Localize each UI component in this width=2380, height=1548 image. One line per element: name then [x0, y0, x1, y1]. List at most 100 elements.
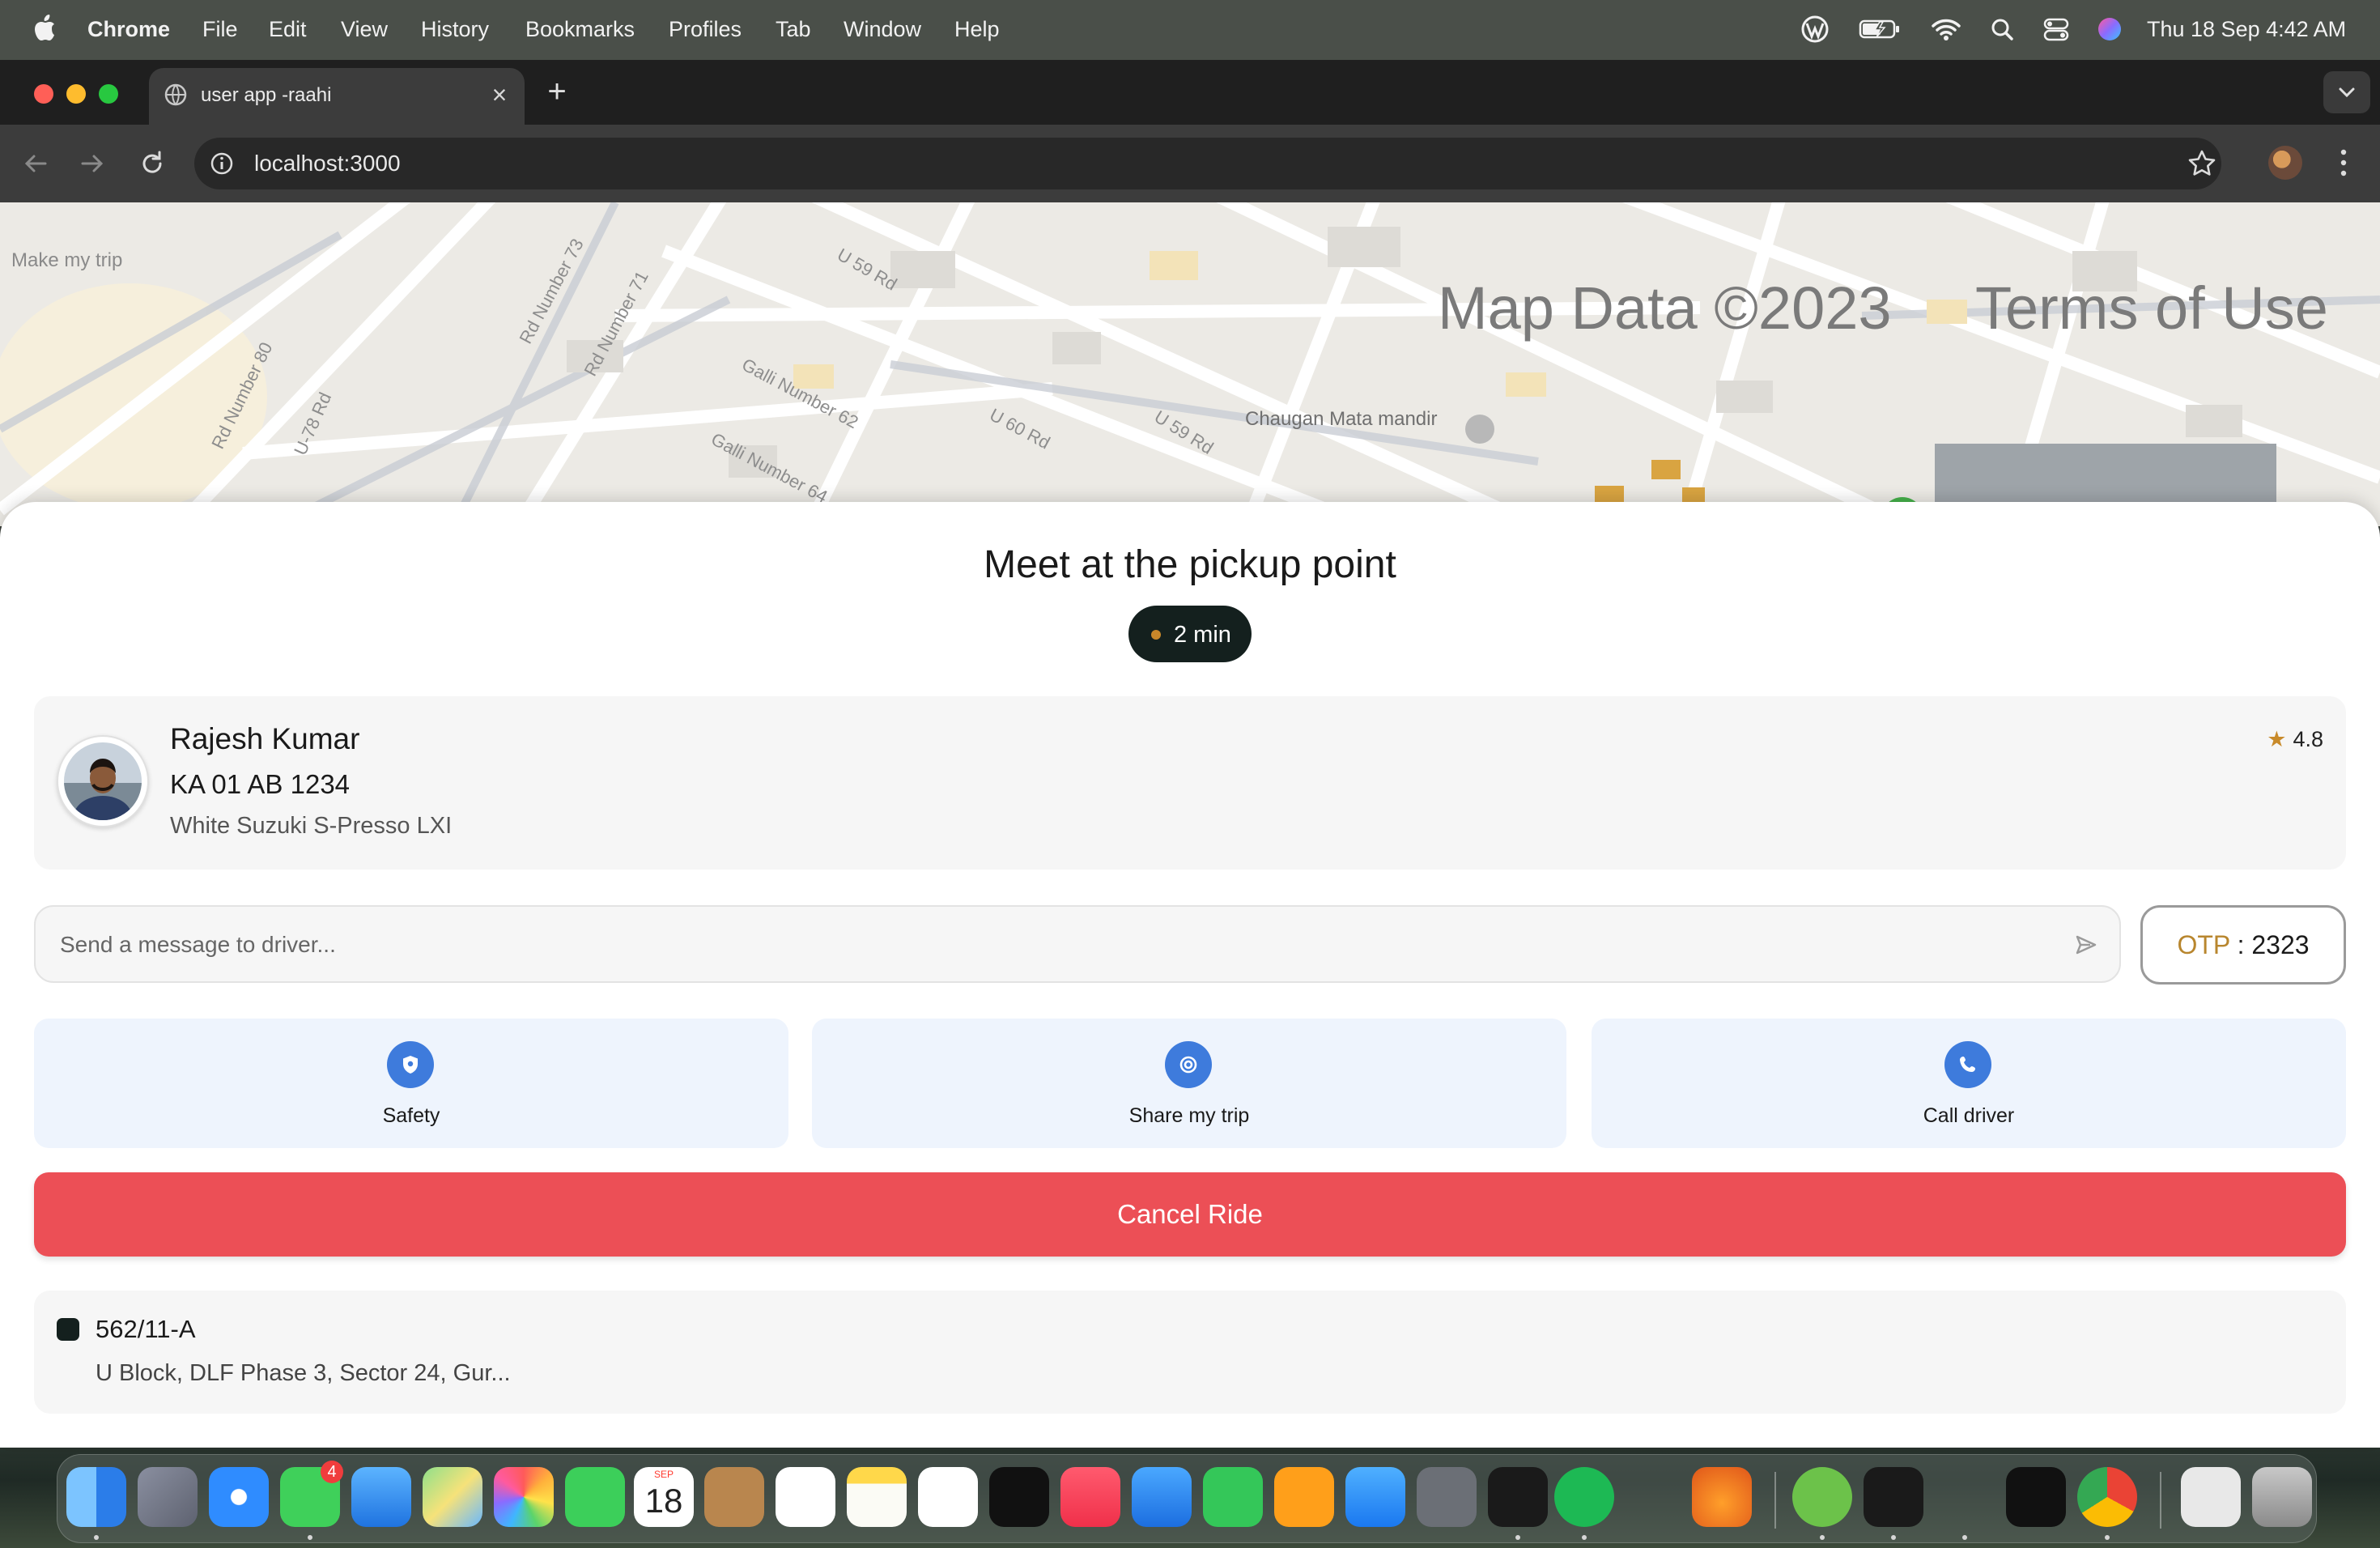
- hexfiend-icon[interactable]: [1488, 1467, 1548, 1527]
- menu-profiles[interactable]: Profiles: [669, 17, 742, 42]
- call-driver-button[interactable]: Call driver: [1592, 1019, 2346, 1148]
- site-info-icon[interactable]: [207, 149, 236, 178]
- menu-tab[interactable]: Tab: [776, 17, 811, 42]
- browser-tab[interactable]: user app -raahi ×: [149, 68, 525, 125]
- close-tab-icon[interactable]: ×: [486, 79, 513, 110]
- wifi-icon[interactable]: [1930, 15, 1962, 44]
- forward-arrow-icon[interactable]: [74, 146, 110, 181]
- safety-label: Safety: [382, 1104, 440, 1127]
- map-poi-label[interactable]: Chaugan Mata mandir: [1245, 408, 1437, 431]
- keynote-icon[interactable]: [1132, 1467, 1192, 1527]
- launchpad-icon[interactable]: [138, 1467, 198, 1527]
- fl-studio-icon[interactable]: [1692, 1467, 1752, 1527]
- back-arrow-icon[interactable]: [18, 146, 53, 181]
- zoom-window-button[interactable]: [99, 84, 118, 104]
- menu-history[interactable]: History: [421, 17, 489, 42]
- instruments-icon[interactable]: [1622, 1467, 1682, 1527]
- contacts-icon[interactable]: [704, 1467, 764, 1527]
- map-streets: [0, 202, 2380, 526]
- battery-icon[interactable]: [1859, 15, 1901, 44]
- facetime-icon[interactable]: [565, 1467, 625, 1527]
- app-store-icon[interactable]: [1345, 1467, 1405, 1527]
- minimize-window-button[interactable]: [66, 84, 86, 104]
- map-terms-link[interactable]: Terms of Use: [1975, 274, 2328, 342]
- more-options-icon[interactable]: [2331, 144, 2356, 181]
- new-tab-icon[interactable]: +: [541, 75, 573, 108]
- map-view[interactable]: Make my trip Map Data ©2023 Terms of Use…: [0, 202, 2380, 526]
- running-indicator: [1962, 1535, 1967, 1540]
- menu-edit[interactable]: Edit: [269, 17, 307, 42]
- maps-icon[interactable]: [423, 1467, 482, 1527]
- target-icon: [1165, 1041, 1212, 1088]
- vehicle-plate: KA 01 AB 1234: [170, 769, 351, 799]
- ride-bottom-sheet: Meet at the pickup point 2 min Rajesh Ku…: [0, 502, 2380, 1448]
- close-window-button[interactable]: [34, 84, 53, 104]
- phone-icon: [1944, 1041, 1991, 1088]
- sheet-title: Meet at the pickup point: [984, 543, 1396, 586]
- trash-icon[interactable]: [2252, 1467, 2312, 1527]
- dock-separator: [2160, 1472, 2161, 1529]
- profile-avatar[interactable]: [2268, 146, 2302, 180]
- apple-tv-icon[interactable]: [989, 1467, 1049, 1527]
- spotlight-search-icon[interactable]: [1987, 15, 2019, 44]
- safari-icon[interactable]: [209, 1467, 269, 1527]
- otp-separator: :: [2229, 930, 2252, 959]
- address-bar[interactable]: localhost:3000: [194, 138, 2221, 189]
- vehicle-model: White Suzuki S-Presso LXI: [170, 813, 453, 839]
- music-icon[interactable]: [1060, 1467, 1120, 1527]
- pickup-address: U Block, DLF Phase 3, Sector 24, Gur...: [96, 1360, 511, 1386]
- menu-help[interactable]: Help: [954, 17, 1000, 42]
- reload-icon[interactable]: [134, 146, 170, 181]
- driver-name: Rajesh Kumar: [170, 722, 360, 755]
- running-indicator: [1820, 1535, 1825, 1540]
- tab-search-button[interactable]: [2323, 71, 2370, 113]
- utorrent-icon[interactable]: [1792, 1467, 1852, 1527]
- mail-icon[interactable]: [351, 1467, 411, 1527]
- rating-value: 4.8: [2293, 727, 2323, 751]
- menu-bookmarks[interactable]: Bookmarks: [525, 17, 635, 42]
- menu-file[interactable]: File: [202, 17, 238, 42]
- otp-value: 2323: [2251, 930, 2310, 959]
- pages-icon[interactable]: [1274, 1467, 1334, 1527]
- menubar-clock[interactable]: Thu 18 Sep 4:42 AM: [2147, 17, 2346, 42]
- wordpress-icon[interactable]: [1799, 15, 1831, 44]
- control-center-icon[interactable]: [2040, 15, 2072, 44]
- document-icon[interactable]: [2181, 1467, 2241, 1527]
- share-trip-button[interactable]: Share my trip: [812, 1019, 1566, 1148]
- menu-app-name[interactable]: Chrome: [87, 17, 170, 42]
- chrome-dock-icon[interactable]: [2077, 1467, 2137, 1527]
- menu-view[interactable]: View: [341, 17, 388, 42]
- pickup-address-card[interactable]: 562/11-A U Block, DLF Phase 3, Sector 24…: [34, 1291, 2346, 1414]
- send-icon[interactable]: [2074, 933, 2098, 957]
- pickup-marker-icon: [57, 1318, 79, 1341]
- spotify-icon[interactable]: [1554, 1467, 1614, 1527]
- numbers-icon[interactable]: [1203, 1467, 1263, 1527]
- message-input[interactable]: [58, 928, 2037, 962]
- macos-menubar: Chrome File Edit View History Bookmarks …: [0, 0, 2380, 60]
- photos-icon[interactable]: [494, 1467, 554, 1527]
- safety-button[interactable]: Safety: [34, 1019, 788, 1148]
- calendar-month: SEP: [653, 1469, 674, 1480]
- driver-photo: [64, 742, 142, 820]
- cancel-ride-button[interactable]: Cancel Ride: [34, 1172, 2346, 1257]
- vim-icon[interactable]: [1935, 1467, 1995, 1527]
- system-settings-icon[interactable]: [1417, 1467, 1477, 1527]
- reminders-icon[interactable]: [776, 1467, 835, 1527]
- driver-avatar[interactable]: [57, 735, 149, 827]
- eta-text: 2 min: [1174, 622, 1231, 648]
- apple-icon[interactable]: [32, 13, 57, 42]
- notes-icon[interactable]: [847, 1467, 907, 1527]
- box-app-icon[interactable]: [2006, 1467, 2066, 1527]
- cursor-icon[interactable]: [1864, 1467, 1923, 1527]
- url-text[interactable]: localhost:3000: [254, 151, 401, 176]
- siri-icon[interactable]: [2093, 15, 2126, 44]
- map-poi-label: Make my trip: [11, 249, 123, 271]
- eta-dot-icon: [1151, 630, 1161, 640]
- finder-icon[interactable]: [66, 1467, 126, 1527]
- share-trip-label: Share my trip: [1128, 1104, 1250, 1127]
- running-indicator: [1891, 1535, 1896, 1540]
- freeform-icon[interactable]: [918, 1467, 978, 1527]
- menu-window[interactable]: Window: [844, 17, 921, 42]
- call-driver-label: Call driver: [1923, 1104, 2015, 1127]
- bookmark-star-icon[interactable]: [2184, 146, 2220, 181]
